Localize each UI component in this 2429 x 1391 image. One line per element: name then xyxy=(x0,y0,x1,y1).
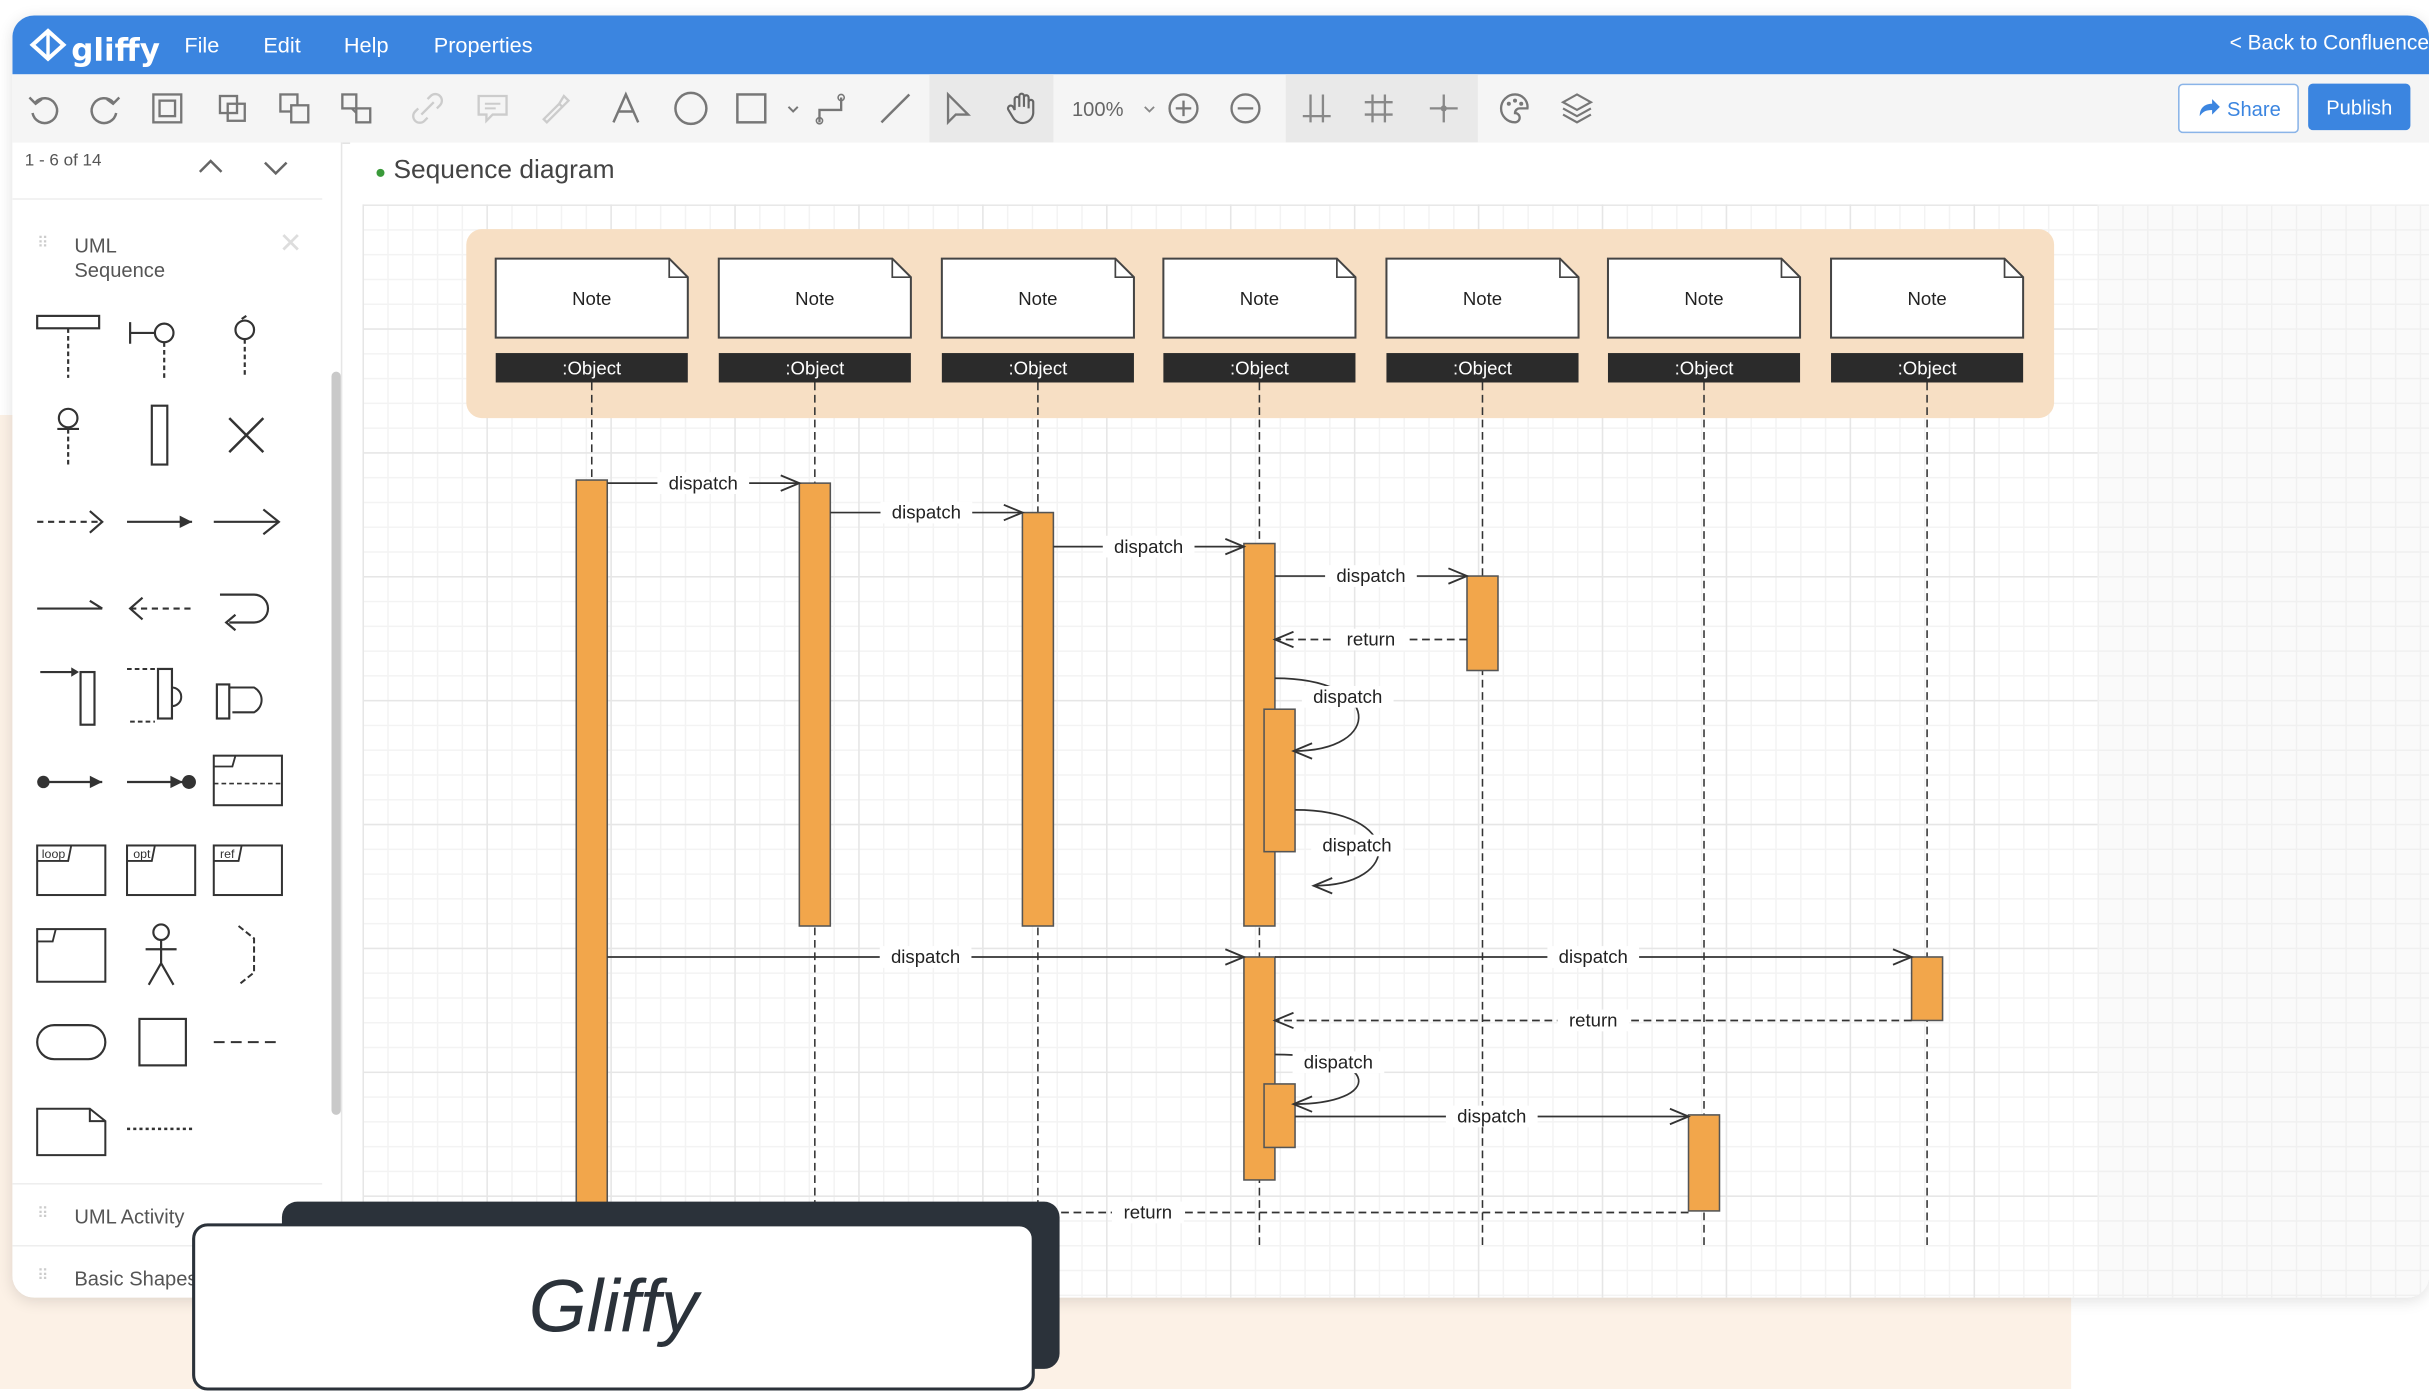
activation-bar xyxy=(798,482,832,927)
message-label: dispatch xyxy=(891,946,960,967)
message-label: dispatch xyxy=(1304,1051,1373,1072)
activation-bar xyxy=(1687,1114,1721,1212)
message-label: dispatch xyxy=(1457,1106,1526,1127)
sequence-diagram: Note :Object Note :Object Note :Object Note :Ob… xyxy=(466,229,2055,1247)
activation-bar xyxy=(575,479,609,1225)
activation-bar xyxy=(1263,1083,1296,1149)
note-label: Note xyxy=(572,288,611,309)
activation-bar xyxy=(1910,956,1944,1022)
caption-card: Gliffy xyxy=(192,1223,1035,1391)
message-label: dispatch xyxy=(1114,536,1183,557)
message-label: return xyxy=(1569,1010,1618,1031)
message-label: return xyxy=(1347,629,1396,650)
activation-bar xyxy=(1021,511,1055,927)
message-label: dispatch xyxy=(892,502,961,523)
message-label: dispatch xyxy=(1336,565,1405,586)
object-label: :Object xyxy=(1453,358,1513,379)
note-label: Note xyxy=(795,288,834,309)
note-label: Note xyxy=(1018,288,1057,309)
note-label: Note xyxy=(1240,288,1279,309)
activation-bar xyxy=(1466,575,1499,672)
object-label: :Object xyxy=(1230,358,1290,379)
object-label: :Object xyxy=(1008,358,1068,379)
object-label: :Object xyxy=(1898,358,1958,379)
message-label: return xyxy=(1124,1202,1173,1223)
message-label: dispatch xyxy=(1559,946,1628,967)
message-label: dispatch xyxy=(1322,835,1391,856)
message-label: dispatch xyxy=(1313,686,1382,707)
object-label: :Object xyxy=(785,358,845,379)
object-label: :Object xyxy=(1675,358,1735,379)
activation-bar xyxy=(1263,708,1296,853)
note-label: Note xyxy=(1684,288,1723,309)
note-label: Note xyxy=(1463,288,1502,309)
screenshot-stage: gliffy File Edit Help Properties < Back … xyxy=(0,0,2429,1391)
object-label: :Object xyxy=(562,358,622,379)
message-label: dispatch xyxy=(669,472,738,493)
note-label: Note xyxy=(1907,288,1946,309)
